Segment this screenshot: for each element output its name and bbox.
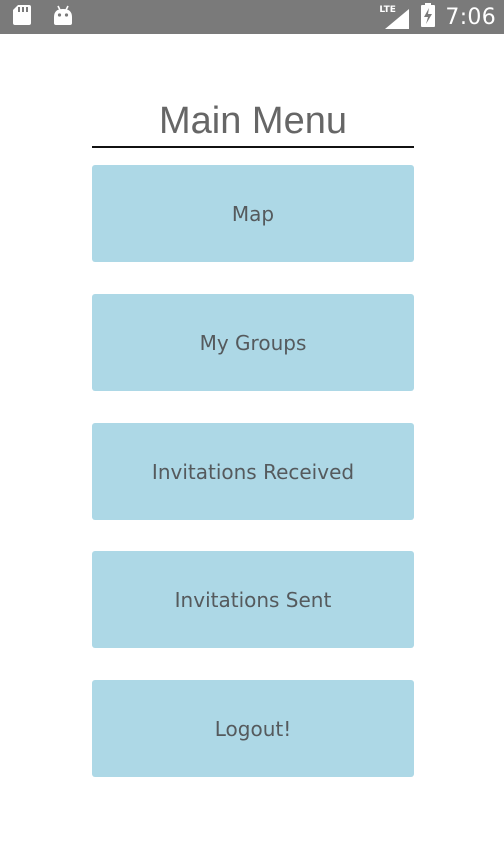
status-bar-left — [12, 4, 74, 30]
my-groups-button[interactable]: My Groups — [92, 294, 414, 391]
sd-card-icon — [12, 4, 32, 31]
map-button[interactable]: Map — [92, 165, 414, 262]
title-divider — [92, 146, 414, 148]
battery-charging-icon — [421, 2, 436, 32]
status-bar: LTE 7:06 — [0, 0, 504, 34]
page-title: Main Menu — [159, 100, 347, 142]
clock: 7:06 — [445, 4, 496, 30]
logout-button[interactable]: Logout! — [92, 680, 414, 777]
signal-icon: LTE — [379, 4, 411, 30]
status-bar-right: LTE 7:06 — [379, 0, 496, 34]
invitations-sent-button[interactable]: Invitations Sent — [92, 551, 414, 648]
invitations-received-button[interactable]: Invitations Received — [92, 423, 414, 520]
android-icon — [52, 4, 74, 31]
